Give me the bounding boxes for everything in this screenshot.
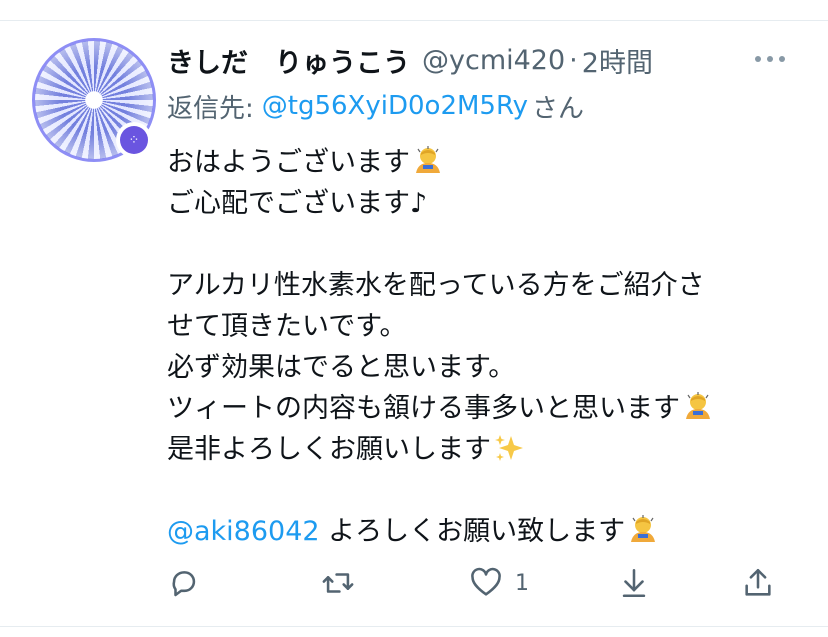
badge-icon: ⁘	[120, 126, 148, 154]
person-bowing-emoji-icon	[416, 146, 440, 173]
download-icon	[622, 568, 646, 598]
text-line-1: おはようございます	[167, 147, 410, 178]
retweet-icon	[322, 573, 354, 593]
tweet-actions: 1	[167, 563, 787, 603]
text-line: ツィートの内容も頷ける事多いと思います	[167, 388, 787, 429]
reply-suffix: さん	[532, 93, 585, 124]
text-line: ご心配でございます♪	[167, 183, 787, 224]
sparkles-emoji-icon	[495, 435, 523, 461]
user-handle[interactable]: @ycmi420	[422, 45, 565, 76]
text-line-4: せて頂きたいです。	[167, 311, 407, 342]
share-icon	[745, 568, 771, 596]
tweet-text: おはようございます ご心配でございます♪ アルカリ性水素水を配っている方をご紹介…	[167, 142, 787, 552]
like-count: 1	[515, 570, 529, 596]
download-button[interactable]	[617, 563, 651, 603]
text-line: アルカリ性水素水を配っている方をご紹介さ	[167, 265, 787, 306]
mention-link[interactable]: @aki86042	[167, 516, 320, 547]
text-line: おはようございます	[167, 142, 787, 183]
text-line: 必ず効果はでると思います。	[167, 347, 787, 388]
text-line-3: アルカリ性水素水を配っている方をご紹介さ	[167, 270, 705, 301]
top-divider	[0, 20, 828, 21]
like-button[interactable]: 1	[469, 563, 529, 603]
text-line-2: ご心配でございます♪	[167, 188, 428, 219]
person-bowing-emoji-icon	[686, 392, 710, 419]
text-line-5: 必ず効果はでると思います。	[167, 352, 516, 383]
text-line: 是非よろしくお願いします	[167, 429, 787, 470]
separator-dot: ·	[569, 44, 578, 76]
retweet-button[interactable]	[321, 563, 355, 603]
more-icon[interactable]	[755, 46, 785, 72]
text-line: せて頂きたいです。	[167, 306, 787, 347]
tweet-header: きしだ りゅうこう @ycmi420 · 2時間	[167, 41, 653, 80]
text-line: @aki86042 よろしくお願い致します	[167, 511, 787, 552]
display-name[interactable]: きしだ りゅうこう	[167, 41, 410, 80]
reply-context: 返信先: @tg56XyiD0o2M5Ry さん	[167, 88, 584, 124]
reply-button[interactable]	[167, 563, 201, 603]
bottom-divider	[0, 626, 828, 627]
person-bowing-emoji-icon	[631, 515, 656, 542]
avatar-badge: ⁘	[116, 122, 152, 158]
text-line-6: ツィートの内容も頷ける事多いと思います	[167, 393, 680, 424]
avatar[interactable]: ⁘	[32, 38, 156, 162]
timestamp[interactable]: 2時間	[582, 41, 653, 80]
share-button[interactable]	[741, 563, 775, 603]
text-line-7: 是非よろしくお願いします	[167, 434, 491, 465]
reply-label: 返信先:	[167, 93, 254, 124]
heart-icon	[471, 567, 501, 596]
text-line-8: よろしくお願い致します	[328, 516, 626, 547]
reply-to-user-link[interactable]: @tg56XyiD0o2M5Ry	[262, 91, 528, 121]
reply-icon	[172, 571, 196, 597]
